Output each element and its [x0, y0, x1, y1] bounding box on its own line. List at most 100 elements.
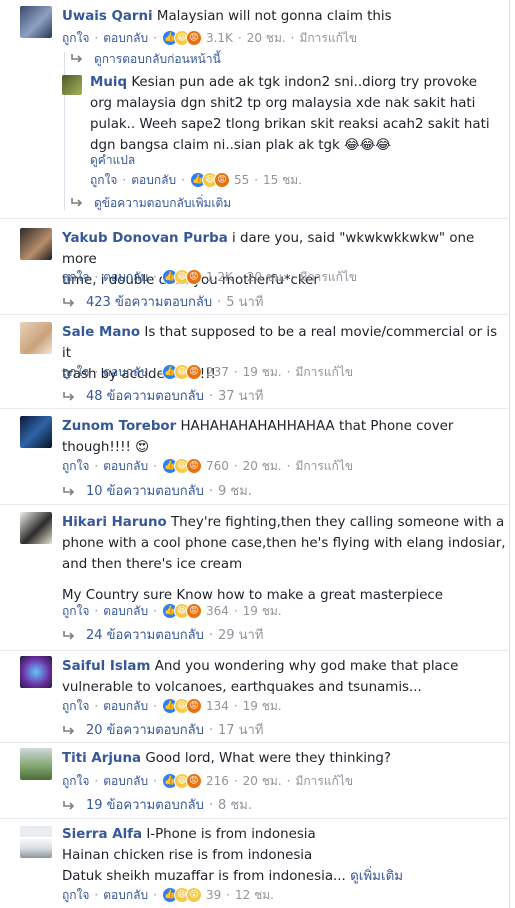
like-link[interactable]: ถูกใจ	[90, 172, 117, 188]
reaction-icons[interactable]: 👍 😆 😡	[189, 172, 230, 188]
comment-author[interactable]: Uwais Qarni	[62, 9, 153, 24]
reply-author[interactable]: Muiq	[90, 75, 127, 90]
reaction-icons[interactable]: 👍 😆 😡	[161, 603, 202, 619]
reaction-count[interactable]: 3.1K	[206, 30, 233, 46]
more-replies-link[interactable]: ดูข้อความตอบกลับเพิ่มเติม	[70, 194, 231, 212]
comment-body: Titi Arjuna Good lord, What were they th…	[62, 748, 502, 769]
reaction-icons[interactable]: 👍 😆 😡	[161, 269, 202, 285]
edited-label[interactable]: มีการแก้ไข	[295, 364, 353, 380]
avatar[interactable]	[20, 6, 52, 38]
replies-count[interactable]: 19 ข้อความตอบกลับ	[86, 797, 204, 815]
avatar[interactable]	[62, 75, 82, 95]
angry-reaction-icon: 😡	[185, 30, 202, 46]
comment-author[interactable]: Zunom Torebor	[62, 419, 176, 434]
like-link[interactable]: ถูกใจ	[62, 603, 89, 619]
see-more-link[interactable]: ดูเพิ่มเติม	[350, 869, 403, 884]
reaction-count[interactable]: 760	[206, 458, 229, 474]
comment-time[interactable]: 20 ชม.	[247, 30, 286, 46]
view-replies-link[interactable]: 10 ข้อความตอบกลับ · 9 ชม.	[62, 483, 252, 501]
reply-link[interactable]: ตอบกลับ	[103, 773, 148, 789]
comment-time[interactable]: 20 ชม.	[243, 773, 282, 789]
avatar[interactable]	[20, 322, 52, 354]
edited-label[interactable]: มีการแก้ไข	[300, 30, 358, 46]
like-link[interactable]: ถูกใจ	[62, 698, 89, 714]
replies-count[interactable]: 48 ข้อความตอบกลับ	[86, 388, 204, 406]
edited-label[interactable]: มีการแก้ไข	[295, 458, 353, 474]
reaction-count[interactable]: 39	[206, 887, 221, 903]
comment-author[interactable]: Sale Mano	[62, 325, 140, 340]
reply-body: Muiq Kesian pun ade ak tgk indon2 sni..d…	[90, 72, 500, 156]
comment-time[interactable]: 19 ชม.	[243, 603, 282, 619]
comment-time[interactable]: 20 ชม.	[247, 269, 286, 285]
comment-body: Sierra Alfa I-Phone is from indonesia Ha…	[62, 824, 502, 887]
view-replies-link[interactable]: 19 ข้อความตอบกลับ · 8 ชม.	[62, 797, 252, 815]
comment-text-line: and then there's ice cream	[62, 557, 243, 572]
reaction-icons[interactable]: 👍 😆 😮	[161, 887, 202, 903]
reaction-icons[interactable]: 👍 😆 😡	[161, 364, 202, 380]
comment-author[interactable]: Saiful Islam	[62, 659, 150, 674]
like-link[interactable]: ถูกใจ	[62, 773, 89, 789]
comment-author[interactable]: Titi Arjuna	[62, 751, 141, 766]
reply-link[interactable]: ตอบกลับ	[103, 458, 148, 474]
comment-author[interactable]: Sierra Alfa	[62, 827, 142, 842]
reply-link[interactable]: ตอบกลับ	[103, 603, 148, 619]
reaction-count[interactable]: 237	[206, 364, 229, 380]
replies-count[interactable]: 10 ข้อความตอบกลับ	[86, 483, 204, 501]
replies-count[interactable]: 20 ข้อความตอบกลับ	[86, 722, 204, 740]
reaction-count[interactable]: 1.2K	[206, 269, 233, 285]
avatar[interactable]	[20, 826, 52, 858]
previous-replies-link[interactable]: ดูการตอบกลับก่อนหน้านี้	[70, 50, 221, 68]
replies-count[interactable]: 24 ข้อความตอบกลับ	[86, 627, 204, 645]
comment-author[interactable]: Hikari Haruno	[62, 515, 167, 530]
comment-actions: ถูกใจ · ตอบกลับ · 👍 😆 😡 3.1K · 20 ชม. · มีการแ…	[62, 30, 358, 46]
reaction-count[interactable]: 55	[234, 172, 249, 188]
divider	[0, 742, 509, 743]
previous-replies-label[interactable]: ดูการตอบกลับก่อนหน้านี้	[94, 50, 221, 68]
comment-time[interactable]: 20 ชม.	[243, 458, 282, 474]
reply-link[interactable]: ตอบกลับ	[103, 364, 148, 380]
comment-time[interactable]: 19 ชม.	[243, 364, 282, 380]
reply-arrow-icon	[63, 392, 75, 401]
see-translation-link[interactable]: ดูคำแปล	[90, 152, 135, 168]
more-replies-label[interactable]: ดูข้อความตอบกลับเพิ่มเติม	[94, 194, 231, 212]
avatar[interactable]	[20, 748, 52, 780]
comment-author[interactable]: Yakub Donovan Purba	[62, 231, 228, 246]
like-link[interactable]: ถูกใจ	[62, 887, 89, 903]
edited-label[interactable]: มีการแก้ไข	[300, 269, 358, 285]
reaction-count[interactable]: 364	[206, 603, 229, 619]
reaction-icons[interactable]: 👍 😆 😡	[161, 458, 202, 474]
replies-time: 17 นาที	[217, 723, 264, 738]
replies-count[interactable]: 423 ข้อความตอบกลับ	[86, 294, 212, 312]
replies-time: 29 นาที	[217, 628, 264, 643]
reply-text-line: dgn bangsa claim ni..sian plak ak tgk 😂😂…	[90, 138, 391, 153]
comment-time[interactable]: 12 ชม.	[235, 887, 274, 903]
like-link[interactable]: ถูกใจ	[62, 458, 89, 474]
comment-actions: ถูกใจ · ตอบกลับ · 👍 😆 😡 134 · 19 ชม.	[62, 698, 282, 714]
reply-time[interactable]: 15 ชม.	[263, 172, 302, 188]
comment-actions: ถูกใจ · ตอบกลับ · 👍 😆 😡 216 · 20 ชม. · มีการแก…	[62, 773, 354, 789]
avatar[interactable]	[20, 512, 52, 544]
comment-time[interactable]: 19 ชม.	[243, 698, 282, 714]
reply-link[interactable]: ตอบกลับ	[103, 269, 148, 285]
view-replies-link[interactable]: 20 ข้อความตอบกลับ · 17 นาที	[62, 722, 263, 740]
reaction-icons[interactable]: 👍 😆 😡	[161, 30, 202, 46]
reply-link[interactable]: ตอบกลับ	[103, 698, 148, 714]
like-link[interactable]: ถูกใจ	[62, 30, 89, 46]
reply-link[interactable]: ตอบกลับ	[131, 172, 176, 188]
view-replies-link[interactable]: 423 ข้อความตอบกลับ · 5 นาที	[62, 294, 263, 312]
like-link[interactable]: ถูกใจ	[62, 269, 89, 285]
reaction-count[interactable]: 216	[206, 773, 229, 789]
avatar[interactable]	[20, 228, 52, 260]
reply-link[interactable]: ตอบกลับ	[103, 30, 148, 46]
avatar[interactable]	[20, 416, 52, 448]
reply-link[interactable]: ตอบกลับ	[103, 887, 148, 903]
reaction-icons[interactable]: 👍 😆 😡	[161, 773, 202, 789]
reply-arrow-icon	[63, 801, 75, 810]
view-replies-link[interactable]: 24 ข้อความตอบกลับ · 29 นาที	[62, 627, 263, 645]
avatar[interactable]	[20, 656, 52, 688]
reaction-icons[interactable]: 👍 😆 😡	[161, 698, 202, 714]
reaction-count[interactable]: 134	[206, 698, 229, 714]
edited-label[interactable]: มีการแก้ไข	[295, 773, 353, 789]
view-replies-link[interactable]: 48 ข้อความตอบกลับ · 37 นาที	[62, 388, 263, 406]
like-link[interactable]: ถูกใจ	[62, 364, 89, 380]
